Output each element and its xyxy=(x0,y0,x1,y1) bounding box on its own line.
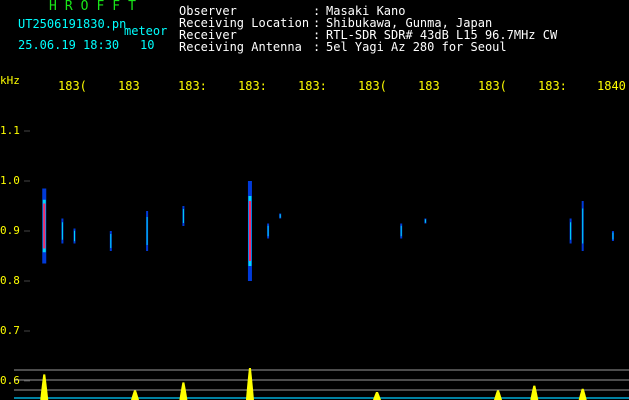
echo-mid xyxy=(400,225,402,237)
spectrogram xyxy=(14,130,629,400)
power-peak xyxy=(179,382,188,400)
echo-mid xyxy=(612,232,614,240)
power-peak xyxy=(373,392,381,400)
echo-mid xyxy=(582,208,584,244)
echo-mid xyxy=(74,230,75,242)
echo-core xyxy=(43,203,46,249)
power-peak xyxy=(245,368,254,400)
power-peak xyxy=(40,374,49,400)
echo-mid xyxy=(61,222,63,240)
echo-mid xyxy=(182,209,184,223)
echo-layer xyxy=(42,181,614,281)
power-peak xyxy=(578,388,587,400)
power-peak xyxy=(494,390,502,400)
echo-mid xyxy=(424,219,426,223)
echo-mid xyxy=(110,234,112,248)
power-peak xyxy=(131,390,139,400)
echo-mid xyxy=(279,214,281,218)
echo-core xyxy=(248,201,251,261)
echo-mid xyxy=(146,217,148,245)
grid xyxy=(14,130,629,391)
power-peak xyxy=(530,385,539,400)
power-trace xyxy=(14,368,629,400)
echo-mid xyxy=(267,225,269,237)
echo-mid xyxy=(570,222,572,240)
